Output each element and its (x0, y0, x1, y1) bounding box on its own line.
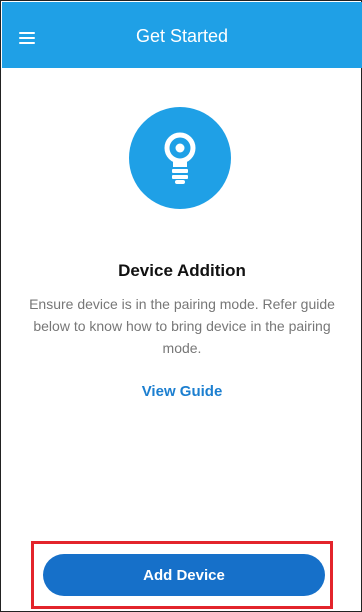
app-screen: Get Started Device Addition Ensure devic… (0, 0, 362, 612)
app-bar: Get Started (2, 2, 362, 68)
hamburger-menu-icon[interactable] (19, 32, 35, 44)
instruction-text: Ensure device is in the pairing mode. Re… (29, 296, 335, 356)
lightbulb-badge (129, 107, 231, 209)
page-title: Get Started (135, 25, 229, 46)
add-device-button[interactable]: Add Device (43, 554, 325, 596)
section-title: Device Addition (118, 261, 246, 280)
view-guide-link[interactable]: View Guide (1, 383, 362, 400)
lightbulb-icon (164, 132, 196, 184)
